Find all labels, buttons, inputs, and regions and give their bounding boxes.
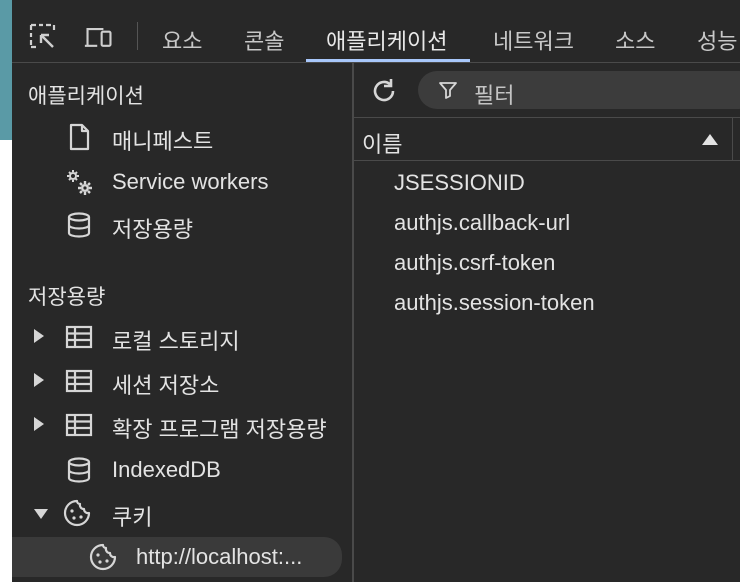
- sidebar-item-label: Service workers: [112, 169, 269, 194]
- gears-icon: [67, 170, 92, 195]
- collapse-arrow-icon[interactable]: [34, 509, 48, 519]
- sidebar-item-label: 확장 프로그램 저장용량: [112, 417, 327, 442]
- tab-console[interactable]: 콘솔: [244, 24, 284, 56]
- cookie-icon: [89, 543, 117, 571]
- table-row[interactable]: JSESSIONID: [394, 170, 525, 196]
- section-title-application: 애플리케이션: [28, 85, 144, 108]
- database-icon: [67, 457, 91, 483]
- expand-arrow-icon[interactable]: [34, 417, 44, 431]
- table-icon: [65, 369, 93, 393]
- filter-input[interactable]: 필터: [418, 71, 740, 109]
- sidebar-item-label: 로컬 스토리지: [112, 329, 240, 354]
- sidebar-item-label: http://localhost:...: [136, 544, 303, 569]
- sidebar-item-local-storage[interactable]: 로컬 스토리지: [12, 317, 352, 357]
- table-row[interactable]: authjs.session-token: [394, 290, 595, 316]
- table-header: 이름: [354, 118, 740, 161]
- device-toolbar-icon[interactable]: [84, 22, 114, 52]
- sort-ascending-icon[interactable]: [702, 134, 718, 145]
- devtools-toolbar: 요소 콘솔 애플리케이션 네트워크 소스 성능: [12, 0, 740, 63]
- application-sidebar: 애플리케이션 매니페스트 Service workers 저장용량 저장용량 로…: [12, 63, 352, 582]
- sidebar-item-extension-storage[interactable]: 확장 프로그램 저장용량: [12, 405, 352, 445]
- inspect-element-icon[interactable]: [28, 22, 58, 52]
- expand-arrow-icon[interactable]: [34, 373, 44, 387]
- active-tab-indicator: [306, 59, 470, 62]
- tab-elements[interactable]: 요소: [162, 24, 202, 56]
- refresh-icon[interactable]: [368, 75, 400, 107]
- document-icon: [69, 123, 90, 151]
- sidebar-item-label: 쿠키: [112, 505, 153, 530]
- tab-network[interactable]: 네트워크: [493, 24, 574, 56]
- sidebar-item-cookies[interactable]: 쿠키: [12, 493, 352, 533]
- toolbar-separator: [137, 22, 138, 50]
- table-row[interactable]: authjs.csrf-token: [394, 250, 555, 276]
- tab-sources[interactable]: 소스: [615, 24, 655, 56]
- page-edge: [0, 0, 12, 582]
- filter-placeholder: 필터: [474, 83, 515, 108]
- sidebar-item-label: IndexedDB: [112, 457, 221, 482]
- cookie-toolbar: 필터: [354, 63, 740, 118]
- tab-application[interactable]: 애플리케이션: [326, 24, 447, 56]
- sidebar-item-indexeddb[interactable]: IndexedDB: [12, 450, 352, 490]
- database-icon: [67, 212, 91, 238]
- sidebar-item-session-storage[interactable]: 세션 저장소: [12, 361, 352, 401]
- column-divider[interactable]: [732, 118, 733, 160]
- table-icon: [65, 325, 93, 349]
- sidebar-item-cookie-localhost[interactable]: http://localhost:...: [12, 537, 342, 577]
- devtools-panel: 요소 콘솔 애플리케이션 네트워크 소스 성능 애플리케이션 매니페스트 Ser…: [12, 0, 740, 582]
- column-header-name[interactable]: 이름: [362, 127, 402, 159]
- cookie-table-pane: 필터 이름 JSESSIONID authjs.callback-url aut…: [354, 63, 740, 582]
- expand-arrow-icon[interactable]: [34, 329, 44, 343]
- tab-performance[interactable]: 성능: [697, 24, 737, 56]
- cookie-icon: [63, 499, 91, 527]
- sidebar-item-label: 저장용량: [112, 217, 193, 242]
- section-title-storage: 저장용량: [28, 286, 106, 309]
- sidebar-item-storage[interactable]: 저장용량: [12, 205, 352, 245]
- page-edge-accent: [0, 0, 12, 140]
- sidebar-item-service-workers[interactable]: Service workers: [12, 162, 352, 202]
- filter-icon: [439, 82, 457, 99]
- sidebar-item-label: 세션 저장소: [112, 373, 220, 398]
- sidebar-item-manifest[interactable]: 매니페스트: [12, 117, 352, 157]
- table-icon: [65, 413, 93, 437]
- sidebar-item-label: 매니페스트: [112, 129, 214, 154]
- table-row[interactable]: authjs.callback-url: [394, 210, 570, 236]
